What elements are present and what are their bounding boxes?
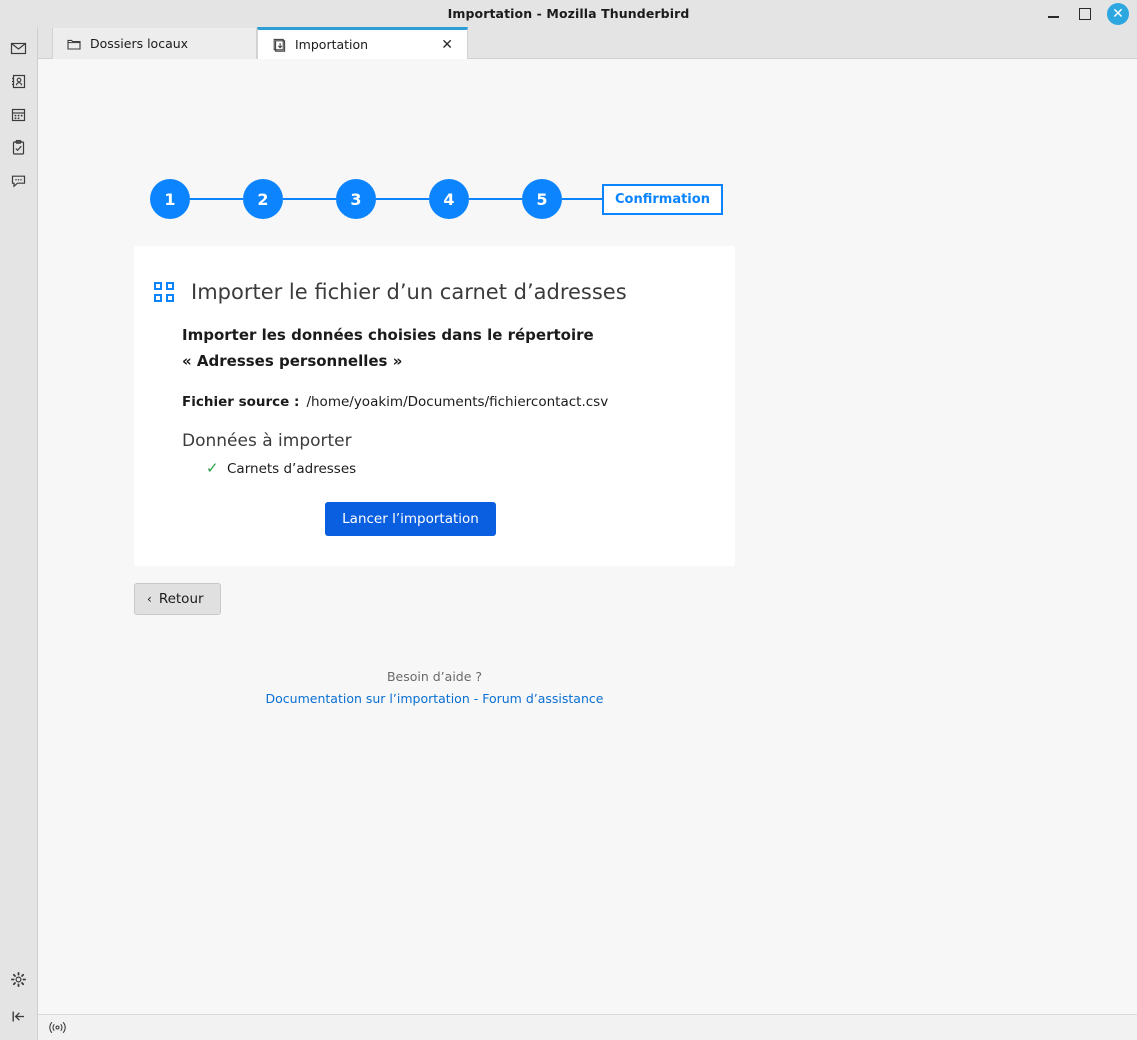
window-controls: ✕ — [1045, 0, 1129, 27]
check-icon: ✓ — [206, 459, 219, 478]
spaces-item-mail[interactable] — [5, 35, 33, 62]
spaces-item-address-book[interactable] — [5, 68, 33, 95]
progress-step-5[interactable]: 5 — [522, 179, 562, 219]
import-icon — [272, 38, 286, 52]
thunderbird-window: Importation - Mozilla Thunderbird ✕ Doss… — [0, 0, 1137, 1040]
back-button[interactable]: ‹ Retour — [134, 583, 221, 615]
calendar-icon — [11, 108, 26, 122]
collapse-panel-icon — [12, 1011, 24, 1022]
progress-step-2[interactable]: 2 — [243, 179, 283, 219]
card-subtitle-line2: « Adresses personnelles » — [182, 351, 403, 370]
import-wizard-page: 1 2 3 4 5 Confirmation Importer le fichi… — [38, 59, 1137, 1014]
progress-connector — [190, 198, 243, 200]
source-file-row: Fichier source : /home/yoakim/Documents/… — [182, 394, 687, 410]
title-bar: Importation - Mozilla Thunderbird ✕ — [0, 0, 1137, 27]
import-summary-card: Importer le fichier d’un carnet d’adress… — [134, 246, 735, 566]
progress-connector — [376, 198, 429, 200]
spaces-item-tasks[interactable] — [5, 134, 33, 161]
tasks-icon — [12, 140, 25, 155]
progress-connector — [562, 198, 602, 200]
settings-gear-icon — [10, 971, 27, 988]
tab-importation[interactable]: Importation ✕ — [257, 27, 468, 59]
start-import-button[interactable]: Lancer l’importation — [325, 501, 496, 536]
maximize-button[interactable] — [1076, 5, 1093, 22]
start-button-row: Lancer l’importation — [182, 501, 687, 536]
window-body: Dossiers locaux Importation ✕ 1 2 3 4 5 … — [0, 27, 1137, 1040]
help-links: Documentation sur l’importation - Forum … — [134, 691, 735, 706]
tab-label: Importation — [295, 37, 369, 52]
chat-icon — [11, 175, 26, 188]
tab-bar: Dossiers locaux Importation ✕ — [38, 27, 1137, 59]
back-button-label: Retour — [158, 591, 204, 607]
window-title: Importation - Mozilla Thunderbird — [447, 6, 690, 21]
tab-dossiers-locaux[interactable]: Dossiers locaux — [52, 28, 257, 59]
card-body: Importer les données choisies dans le ré… — [134, 323, 735, 536]
spaces-item-settings[interactable] — [5, 966, 33, 993]
progress-step-3[interactable]: 3 — [336, 179, 376, 219]
spaces-item-calendar[interactable] — [5, 101, 33, 128]
card-subtitle-line1: Importer les données choisies dans le ré… — [182, 326, 594, 344]
address-book-grid-icon — [154, 282, 174, 302]
source-file-path: /home/yoakim/Documents/fichiercontact.cs… — [306, 393, 609, 410]
card-subtitle: Importer les données choisies dans le ré… — [182, 323, 622, 375]
progress-step-4[interactable]: 4 — [429, 179, 469, 219]
data-item-list: ✓ Carnets d’adresses — [182, 461, 687, 477]
data-section-title: Données à importer — [182, 430, 352, 451]
tab-close-button[interactable]: ✕ — [413, 38, 453, 52]
help-footer: Besoin d’aide ? Documentation sur l’impo… — [134, 669, 735, 706]
spaces-item-chat[interactable] — [5, 167, 33, 194]
tab-label: Dossiers locaux — [90, 36, 189, 51]
progress-connector — [283, 198, 336, 200]
main-column: Dossiers locaux Importation ✕ 1 2 3 4 5 … — [38, 27, 1137, 1040]
progress-step-1[interactable]: 1 — [150, 179, 190, 219]
link-separator: - — [469, 691, 483, 706]
card-header: Importer le fichier d’un carnet d’adress… — [38, 280, 735, 304]
source-file-label: Fichier source : — [182, 393, 300, 410]
list-item-label: Carnets d’adresses — [227, 460, 357, 477]
spaces-collapse-button[interactable] — [5, 1003, 33, 1030]
close-button[interactable]: ✕ — [1107, 2, 1129, 25]
chevron-left-icon: ‹ — [147, 592, 152, 606]
spaces-toolbar — [0, 27, 38, 1040]
help-text: Besoin d’aide ? — [386, 669, 483, 684]
folder-icon — [67, 37, 81, 51]
wizard-progress: 1 2 3 4 5 Confirmation — [150, 179, 723, 219]
minimize-button[interactable] — [1045, 5, 1062, 22]
progress-connector — [469, 198, 522, 200]
status-bar — [38, 1014, 1137, 1040]
progress-step-confirmation: Confirmation — [602, 183, 723, 215]
page-title: Importer le fichier d’un carnet d’adress… — [191, 280, 627, 304]
documentation-link[interactable]: Documentation sur l’importation — [266, 691, 470, 706]
list-item: ✓ Carnets d’adresses — [206, 461, 687, 477]
network-activity-icon — [48, 1021, 67, 1034]
mail-icon — [10, 42, 27, 55]
support-forum-link[interactable]: Forum d’assistance — [482, 691, 603, 706]
address-book-icon — [12, 74, 26, 89]
